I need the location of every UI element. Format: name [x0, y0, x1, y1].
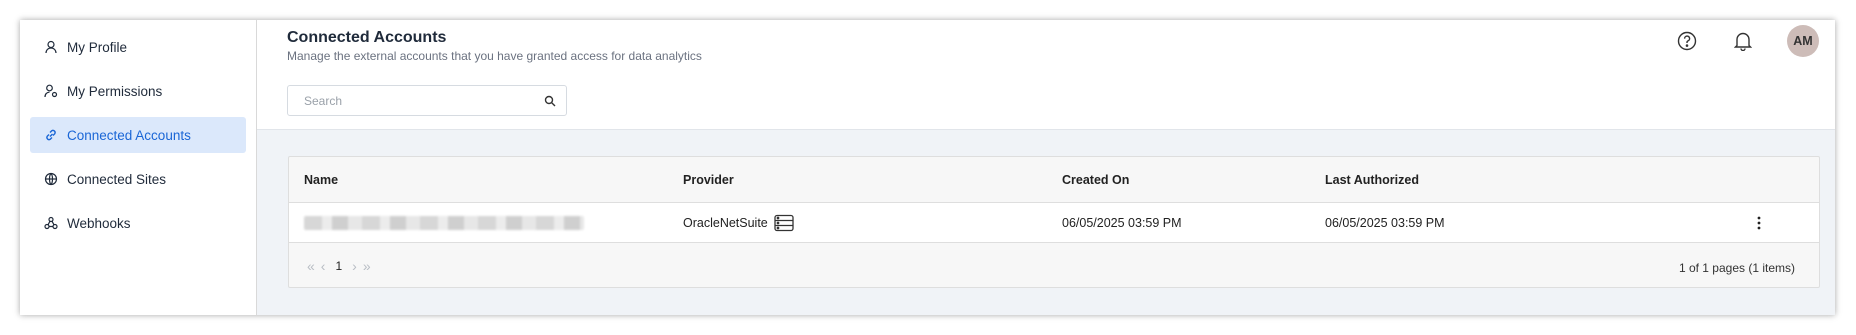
sidebar-item-my-permissions[interactable]: My Permissions — [30, 73, 246, 109]
table-header: Name Provider Created On Last Authorized — [289, 157, 1819, 203]
redacted-account-name — [304, 216, 584, 230]
column-header-name[interactable]: Name — [304, 173, 338, 187]
provider-cell: OracleNetSuite — [683, 214, 795, 232]
search-input[interactable] — [288, 86, 528, 115]
user-gear-icon — [44, 84, 58, 98]
database-icon — [774, 214, 794, 231]
sidebar-item-connected-accounts[interactable]: Connected Accounts — [30, 117, 246, 153]
last-page-icon[interactable]: » — [363, 258, 371, 274]
pagination-info: 1 of 1 pages (1 items) — [1678, 261, 1795, 275]
avatar[interactable]: AM — [1787, 25, 1819, 57]
help-icon[interactable] — [1675, 29, 1699, 53]
header-actions: AM — [1675, 25, 1819, 57]
sidebar-item-connected-sites[interactable]: Connected Sites — [30, 161, 246, 197]
accounts-table: Name Provider Created On Last Authorized… — [288, 156, 1820, 288]
page-header: Connected Accounts Manage the external a… — [257, 20, 1835, 130]
column-header-provider[interactable]: Provider — [683, 173, 734, 187]
more-options-icon[interactable] — [1751, 215, 1767, 231]
search-icon[interactable] — [544, 95, 556, 107]
last-authorized-cell: 06/05/2025 03:59 PM — [1325, 215, 1445, 230]
page-subtitle: Manage the external accounts that you ha… — [287, 49, 702, 63]
main-panel: Connected Accounts Manage the external a… — [257, 20, 1835, 315]
sidebar-item-my-profile[interactable]: My Profile — [30, 29, 246, 65]
sidebar-item-label: My Permissions — [67, 83, 163, 99]
bell-icon[interactable] — [1731, 29, 1755, 53]
previous-page-icon[interactable]: ‹ — [321, 258, 326, 274]
sidebar-item-label: Webhooks — [67, 215, 131, 231]
column-header-created-on[interactable]: Created On — [1062, 173, 1129, 187]
search-box — [287, 85, 567, 116]
current-page-number[interactable]: 1 — [335, 259, 342, 273]
app-window: My Profile My Permissions Connected Acco… — [20, 20, 1835, 315]
sidebar-item-label: Connected Accounts — [67, 127, 191, 143]
page-title: Connected Accounts — [287, 29, 447, 46]
first-page-icon[interactable]: « — [307, 258, 315, 274]
pagination: « ‹ 1 › » — [307, 258, 377, 274]
column-header-last-authorized[interactable]: Last Authorized — [1325, 173, 1419, 187]
sidebar-item-label: My Profile — [67, 39, 128, 55]
sidebar-item-webhooks[interactable]: Webhooks — [30, 205, 246, 241]
table-row[interactable]: OracleNetSuite 06/05/2025 03:59 PM 06/05… — [289, 203, 1819, 243]
sidebar-item-label: Connected Sites — [67, 171, 167, 187]
link-icon — [44, 128, 58, 142]
created-on-cell: 06/05/2025 03:59 PM — [1062, 215, 1182, 230]
globe-icon — [44, 172, 58, 186]
provider-name: OracleNetSuite — [683, 215, 768, 230]
content-area: Name Provider Created On Last Authorized… — [257, 130, 1835, 315]
sidebar: My Profile My Permissions Connected Acco… — [20, 20, 257, 315]
webhook-icon — [44, 216, 58, 230]
user-icon — [44, 40, 58, 54]
next-page-icon[interactable]: › — [352, 258, 357, 274]
